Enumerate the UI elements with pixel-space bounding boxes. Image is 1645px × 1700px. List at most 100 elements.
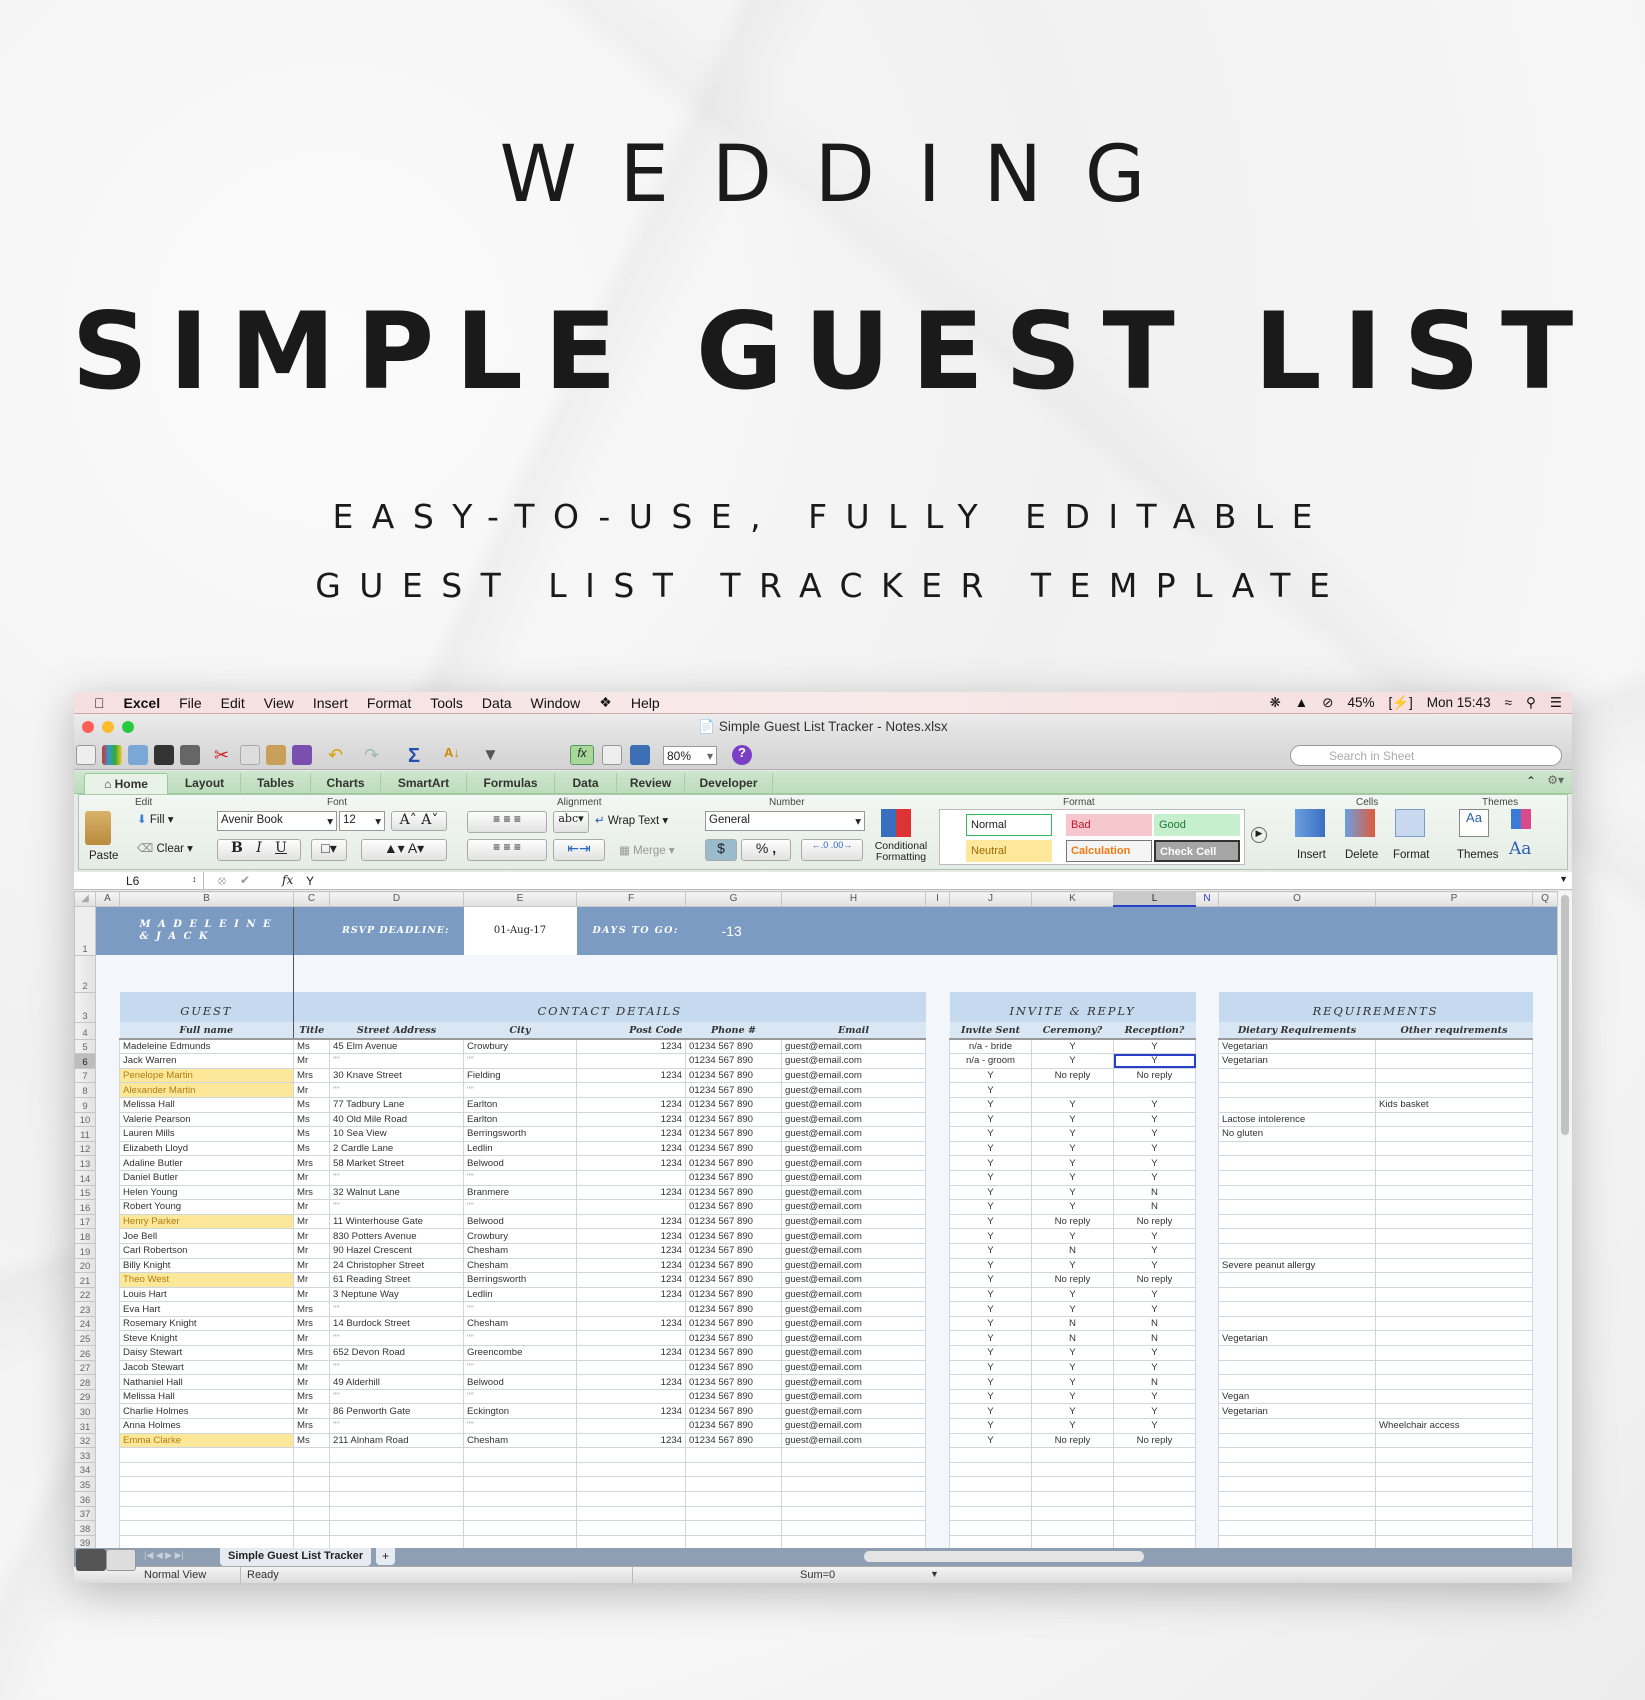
cell[interactable] <box>925 1476 950 1492</box>
cell-rec[interactable]: No reply <box>1113 1272 1196 1288</box>
style-neutral[interactable]: Neutral <box>966 840 1052 862</box>
row-header[interactable]: 18 <box>74 1228 96 1244</box>
cell[interactable] <box>949 1461 1032 1478</box>
cell-street[interactable]: 10 Sea View <box>329 1126 464 1142</box>
menu-format[interactable]: Format <box>367 695 411 711</box>
cell[interactable] <box>1195 1155 1219 1171</box>
band-cell[interactable] <box>1375 906 1533 956</box>
cell[interactable] <box>925 1185 950 1200</box>
row-header[interactable]: 12 <box>74 1140 96 1157</box>
cell-title[interactable]: Ms <box>293 1432 330 1449</box>
cell-cer[interactable]: N <box>1031 1242 1114 1259</box>
cell-cer[interactable]: No reply <box>1031 1067 1114 1084</box>
cell[interactable] <box>293 955 330 993</box>
cell-email[interactable]: guest@email.com <box>781 1140 926 1157</box>
cell-other[interactable] <box>1375 1140 1533 1157</box>
cell[interactable] <box>685 1505 782 1522</box>
cell-other[interactable]: Kids basket <box>1375 1096 1533 1113</box>
cell[interactable] <box>1031 1447 1114 1463</box>
spotlight-icon[interactable]: ⚲ <box>1526 695 1536 711</box>
cell-cer[interactable]: Y <box>1031 1257 1114 1274</box>
cell[interactable] <box>95 1403 120 1419</box>
cell[interactable] <box>1532 1301 1558 1317</box>
cell-invite[interactable]: Y <box>949 1082 1032 1098</box>
cell-other[interactable] <box>1375 1228 1533 1244</box>
cell[interactable] <box>463 1476 577 1492</box>
tab-data[interactable]: Data <box>555 773 617 794</box>
cell-phone[interactable]: 01234 567 890 <box>685 1228 782 1244</box>
cell-cer[interactable]: No reply <box>1031 1272 1114 1288</box>
cell[interactable] <box>1532 1330 1558 1346</box>
cell-title[interactable]: Ms <box>293 1096 330 1113</box>
column-header-P[interactable]: P <box>1375 891 1533 907</box>
column-header-A[interactable]: A <box>95 891 120 907</box>
cell-city[interactable]: Chesham <box>463 1242 577 1259</box>
row-header[interactable]: 14 <box>74 1169 96 1186</box>
cell[interactable] <box>1532 1141 1558 1156</box>
cell-rec[interactable]: N <box>1113 1199 1196 1215</box>
cell-other[interactable] <box>1375 1169 1533 1186</box>
cell-other[interactable] <box>1375 1315 1533 1332</box>
cell-rec[interactable]: Y <box>1113 1418 1196 1434</box>
chevron-down-icon[interactable]: ▼ <box>930 1569 939 1579</box>
cell[interactable] <box>925 1053 950 1069</box>
cell-post[interactable]: 1234 <box>576 1126 686 1142</box>
cell[interactable] <box>95 1447 120 1463</box>
cell-rec[interactable]: Y <box>1113 1228 1196 1244</box>
cell-email[interactable]: guest@email.com <box>781 1374 926 1390</box>
cell[interactable] <box>1532 1287 1558 1302</box>
row-header[interactable]: 26 <box>74 1345 96 1361</box>
cell[interactable] <box>1375 1476 1533 1492</box>
days-to-go-value[interactable]: -13 <box>685 906 782 956</box>
cell-invite[interactable]: Y <box>949 1242 1032 1259</box>
cell-city[interactable]: "" <box>463 1359 577 1376</box>
cell-email[interactable]: guest@email.com <box>781 1155 926 1171</box>
cell-diet[interactable]: Severe peanut allergy <box>1218 1257 1376 1274</box>
cell[interactable] <box>1195 1170 1219 1186</box>
delete-cells-icon[interactable] <box>1345 809 1375 837</box>
cell[interactable] <box>1195 1039 1219 1054</box>
select-all-corner[interactable]: ◢ <box>74 891 96 907</box>
row-header[interactable]: 16 <box>74 1199 96 1215</box>
horizontal-align-buttons[interactable]: ≡ ≡ ≡ <box>467 839 547 861</box>
cell-title[interactable]: Mrs <box>293 1418 330 1434</box>
cell-diet[interactable] <box>1218 1082 1376 1098</box>
band-cell[interactable] <box>1532 906 1558 956</box>
cell-street[interactable]: 49 Alderhill <box>329 1374 464 1390</box>
theme-colors-icon[interactable] <box>1511 809 1531 829</box>
cell[interactable] <box>1195 1447 1219 1463</box>
cell-post[interactable]: 1234 <box>576 1228 686 1244</box>
cell[interactable] <box>1195 1389 1219 1404</box>
name-box[interactable]: L6 <box>74 872 204 889</box>
cell-phone[interactable]: 01234 567 890 <box>685 1184 782 1201</box>
row-header[interactable]: 3 <box>74 991 96 1023</box>
cell[interactable] <box>95 1155 120 1171</box>
cell-title[interactable]: Mr <box>293 1082 330 1098</box>
cell[interactable] <box>463 1505 577 1522</box>
cell-other[interactable] <box>1375 1272 1533 1288</box>
cell-diet[interactable] <box>1218 1155 1376 1171</box>
row-header[interactable]: 11 <box>74 1126 96 1142</box>
cell-cer[interactable]: No reply <box>1031 1432 1114 1449</box>
cell[interactable] <box>95 1287 120 1302</box>
cell[interactable] <box>329 955 464 993</box>
cell[interactable] <box>685 1520 782 1536</box>
cell[interactable] <box>1195 1068 1219 1083</box>
cell-email[interactable]: guest@email.com <box>781 1286 926 1303</box>
bold-italic-underline-buttons[interactable]: B I U <box>217 839 301 861</box>
cell-name[interactable]: Melissa Hall <box>119 1096 294 1113</box>
cell-cer[interactable] <box>1031 1082 1114 1098</box>
cell[interactable] <box>1195 1345 1219 1361</box>
cell-street[interactable]: "" <box>329 1199 464 1215</box>
cell-street[interactable]: "" <box>329 1301 464 1317</box>
cell-other[interactable] <box>1375 1432 1533 1449</box>
cell[interactable] <box>1195 1360 1219 1375</box>
cell[interactable] <box>1195 1287 1219 1302</box>
cell[interactable] <box>95 1141 120 1156</box>
cell-diet[interactable]: Vegetarian <box>1218 1038 1376 1055</box>
cell[interactable] <box>95 1214 120 1229</box>
cell[interactable] <box>1532 1389 1558 1404</box>
couple-names[interactable]: M A D E L E I N E & J A C K <box>119 906 294 956</box>
cell-city[interactable]: Berringsworth <box>463 1272 577 1288</box>
cell-post[interactable]: 1234 <box>576 1067 686 1084</box>
